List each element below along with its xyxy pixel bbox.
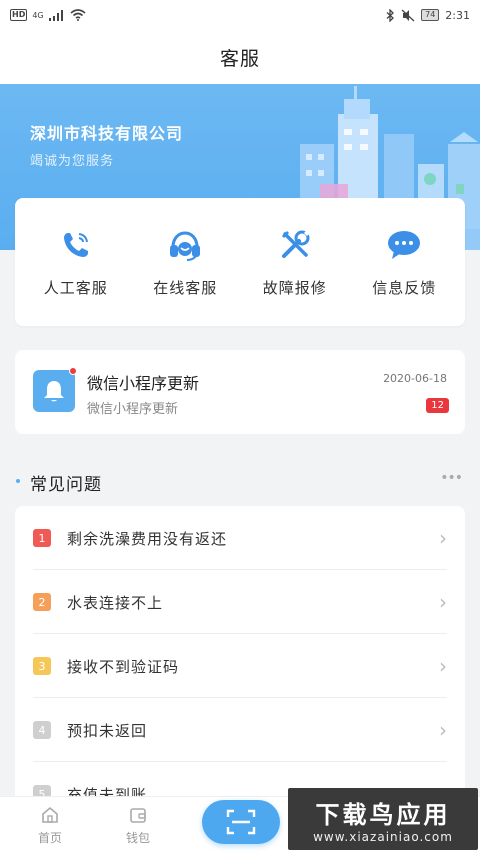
faq-number: 5 — [33, 785, 51, 796]
faq-question: 剩余洗澡费用没有返还 — [67, 529, 228, 548]
chevron-right-icon: › — [439, 718, 447, 742]
service-label: 人工客服 — [43, 278, 108, 297]
faq-question: 水表连接不上 — [67, 593, 164, 612]
section-dot — [16, 479, 20, 483]
scan-icon — [226, 809, 256, 835]
faq-item[interactable]: 2 水表连接不上 › — [15, 570, 465, 634]
company-name: 深圳市科技有限公司 — [30, 124, 184, 143]
tab-home[interactable]: 首页 — [38, 805, 62, 846]
signal-icon — [48, 9, 63, 21]
mute-icon — [401, 9, 415, 21]
watermark: 下载鸟应用 www.xiazainiao.com — [288, 788, 478, 850]
page-title: 客服 — [219, 47, 260, 70]
banner-slogan: 竭诚为您服务 — [30, 154, 115, 169]
faq-item[interactable]: 4 预扣未返回 › — [15, 698, 465, 762]
watermark-title: 下载鸟应用 — [315, 800, 451, 829]
wifi-icon — [70, 9, 86, 21]
faq-number: 2 — [33, 593, 51, 611]
title-bar: 客服 — [0, 30, 480, 84]
chevron-right-icon: › — [439, 526, 447, 550]
network-indicator: 4G — [32, 10, 44, 20]
faq-item[interactable]: 3 接收不到验证码 › — [15, 634, 465, 698]
faq-item[interactable]: 1 剩余洗澡费用没有返还 › — [15, 506, 465, 570]
notice-count-badge: 12 — [426, 398, 449, 413]
home-icon — [42, 806, 58, 823]
notice-card[interactable]: 微信小程序更新 微信小程序更新 2020-06-18 12 — [15, 350, 465, 434]
status-bar: HD 4G 74 2:31 — [0, 0, 480, 30]
repair-service-button[interactable]: 故障报修 — [245, 227, 345, 298]
tab-label: 首页 — [38, 831, 63, 845]
notice-subtitle: 微信小程序更新 — [87, 402, 179, 417]
scan-button[interactable] — [202, 800, 280, 844]
clock: 2:31 — [445, 8, 470, 22]
headset-icon — [165, 227, 205, 263]
hd-indicator: HD — [10, 9, 28, 21]
service-card: 人工客服 在线客服 故障报修 信息反馈 — [15, 198, 465, 326]
faq-number: 4 — [33, 721, 51, 739]
feedback-service-button[interactable]: 信息反馈 — [354, 227, 454, 298]
faq-header: 常见问题 ••• — [0, 466, 480, 496]
watermark-url: www.xiazainiao.com — [313, 829, 453, 844]
more-button[interactable]: ••• — [440, 470, 463, 486]
service-label: 在线客服 — [153, 278, 218, 297]
faq-number: 3 — [33, 657, 51, 675]
notice-title: 微信小程序更新 — [87, 374, 200, 393]
tools-icon — [275, 227, 315, 263]
status-left: HD 4G — [10, 9, 86, 21]
tab-label: 钱包 — [126, 831, 151, 845]
chevron-right-icon: › — [439, 590, 447, 614]
faq-title: 常见问题 — [30, 475, 102, 495]
phone-icon — [56, 227, 96, 263]
status-right: 74 2:31 — [386, 8, 470, 22]
faq-number: 1 — [33, 529, 51, 547]
chevron-right-icon: › — [439, 654, 447, 678]
wallet-icon — [130, 808, 146, 823]
faq-list: 1 剩余洗澡费用没有返还 › 2 水表连接不上 › 3 接收不到验证码 › 4 … — [15, 506, 465, 796]
faq-question: 预扣未返回 — [67, 721, 148, 740]
unread-dot — [69, 367, 77, 375]
bluetooth-icon — [386, 8, 395, 22]
service-label: 信息反馈 — [372, 278, 437, 297]
manual-service-button[interactable]: 人工客服 — [26, 227, 126, 298]
notice-date: 2020-06-18 — [383, 372, 447, 385]
tab-wallet[interactable]: 钱包 — [126, 805, 150, 846]
chat-bubble-icon — [384, 227, 424, 263]
bell-icon — [33, 370, 75, 412]
online-service-button[interactable]: 在线客服 — [135, 227, 235, 298]
battery-icon: 74 — [421, 9, 440, 21]
service-label: 故障报修 — [262, 278, 327, 297]
faq-question: 接收不到验证码 — [67, 657, 180, 676]
